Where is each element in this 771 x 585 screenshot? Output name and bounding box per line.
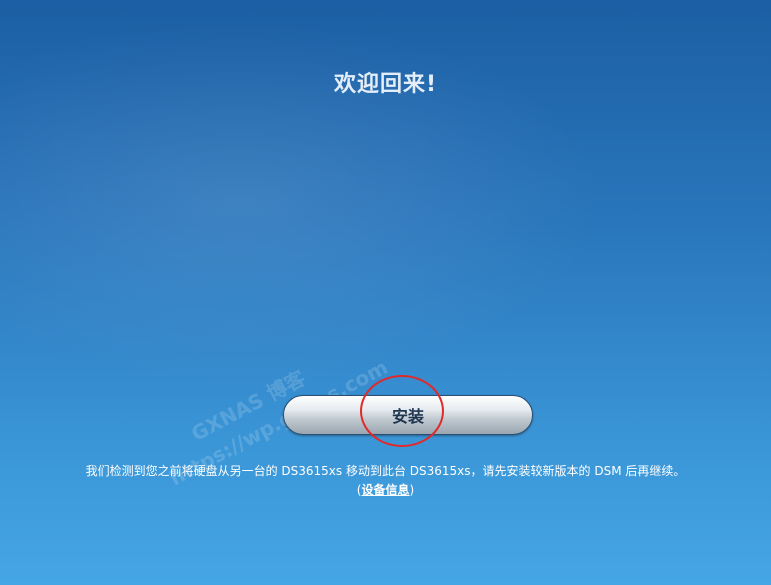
device-info-link[interactable]: 设备信息 xyxy=(361,483,409,497)
device-info-line: (设备信息) xyxy=(0,481,771,500)
welcome-title: 欢迎回来! xyxy=(333,72,438,97)
paren-close: ) xyxy=(409,483,415,497)
install-button[interactable]: 安装 xyxy=(283,395,533,435)
migration-message: 我们检测到您之前将硬盘从另一台的 DS3615xs 移动到此台 DS3615xs… xyxy=(0,462,771,500)
migration-message-text: 我们检测到您之前将硬盘从另一台的 DS3615xs 移动到此台 DS3615xs… xyxy=(85,464,686,478)
